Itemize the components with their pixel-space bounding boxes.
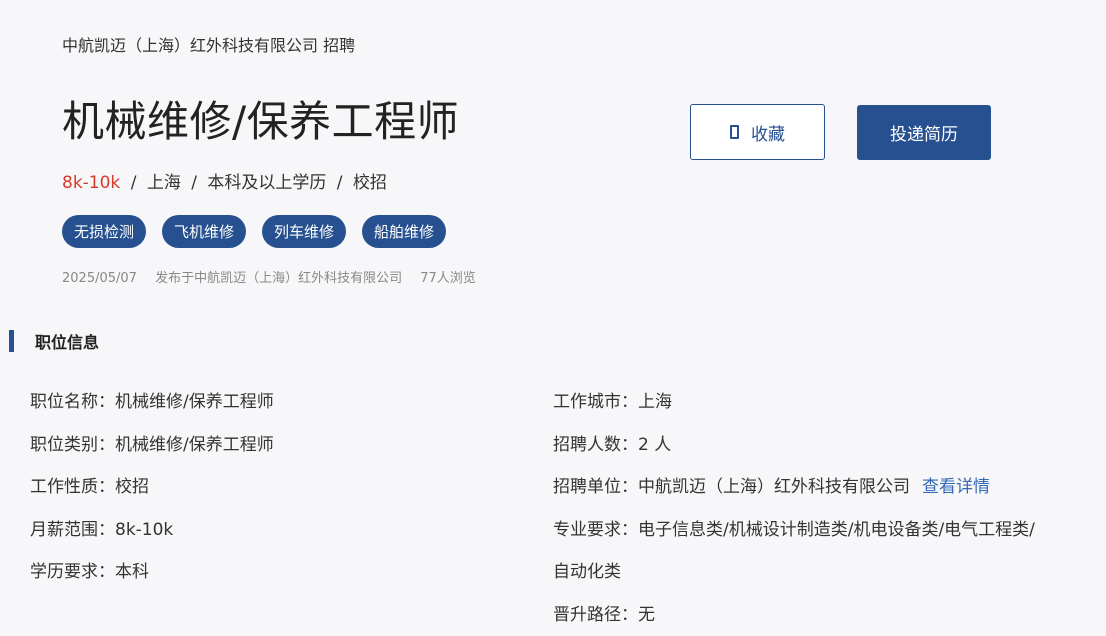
info-row-headcount: 招聘人数：2 人 (553, 433, 1093, 476)
info-value: 校招 (115, 477, 149, 497)
major-line-1: 专业要求：电子信息类/机械设计制造类/机电设备类/电气工程类/ (553, 518, 1093, 561)
info-row-employer: 招聘单位：中航凯迈（上海）红外科技有限公司 查看详情 (553, 475, 1093, 518)
job-summary: 8k-10k / 上海 / 本科及以上学历 / 校招 (62, 168, 387, 193)
separator: / (336, 173, 343, 193)
post-meta: 2025/05/07 发布于中航凯迈（上海）红外科技有限公司 77人浏览 (62, 267, 476, 286)
salary-range: 8k-10k (62, 173, 121, 193)
info-label: 招聘人数： (553, 434, 638, 455)
separator: / (191, 173, 197, 193)
info-row-job-category: 职位类别：机械维修/保养工程师 (30, 433, 274, 476)
info-row-salary: 月薪范围：8k-10k (30, 518, 274, 561)
info-label: 工作性质： (30, 477, 115, 497)
info-value: 中航凯迈（上海）红外科技有限公司 (638, 477, 910, 497)
info-value: 上海 (638, 392, 672, 412)
publisher: 发布于中航凯迈（上海）红外科技有限公司 (155, 271, 403, 286)
info-right-column: 工作城市：上海 招聘人数：2 人 招聘单位：中航凯迈（上海）红外科技有限公司 查看… (553, 390, 1093, 636)
tag-badge: 飞机维修 (162, 215, 247, 248)
view-count: 77人浏览 (420, 271, 476, 286)
info-row-career-path: 晋升路径：无 (553, 603, 1093, 636)
job-tags: 无损检测 飞机维修 列车维修 船舶维修 (62, 215, 447, 248)
info-value: 2 人 (638, 434, 672, 455)
job-city: 上海 (146, 173, 181, 193)
education-requirement: 本科及以上学历 (207, 173, 327, 193)
info-label: 月薪范围： (30, 519, 115, 540)
section-header: 职位信息 (9, 330, 99, 352)
job-detail-page: 中航凯迈（上海）红外科技有限公司 招聘 机械维修/保养工程师 8k-10k / … (0, 0, 1106, 636)
tag-badge: 船舶维修 (362, 215, 447, 248)
info-value: 电子信息类/机械设计制造类/机电设备类/电气工程类/ (638, 519, 1035, 540)
info-label: 专业要求： (553, 519, 638, 540)
info-label: 招聘单位： (553, 477, 638, 497)
info-row-job-nature: 工作性质：校招 (30, 475, 274, 518)
info-left-column: 职位名称：机械维修/保养工程师 职位类别：机械维修/保养工程师 工作性质：校招 … (30, 390, 274, 603)
favorite-button[interactable]: 收藏 (690, 104, 825, 160)
major-line-2: 自动化类 (553, 562, 621, 582)
post-date: 2025/05/07 (62, 271, 137, 286)
info-label: 学历要求： (30, 562, 115, 582)
tag-badge: 列车维修 (262, 215, 347, 248)
section-accent-bar (9, 330, 14, 352)
info-row-education: 学历要求：本科 (30, 560, 274, 603)
apply-button[interactable]: 投递简历 (857, 105, 991, 160)
favorite-label: 收藏 (751, 124, 785, 145)
info-row-job-name: 职位名称：机械维修/保养工程师 (30, 390, 274, 433)
info-value: 本科 (115, 562, 149, 582)
info-row-city: 工作城市：上海 (553, 390, 1093, 433)
info-label: 职位类别： (30, 434, 115, 455)
info-value: 机械维修/保养工程师 (115, 392, 274, 412)
job-title: 机械维修/保养工程师 (62, 97, 460, 146)
info-row-major: 专业要求：电子信息类/机械设计制造类/机电设备类/电气工程类/ 自动化类 (553, 518, 1093, 603)
separator: / (130, 173, 137, 193)
company-recruit-line[interactable]: 中航凯迈（上海）红外科技有限公司 招聘 (62, 32, 355, 56)
tag-badge: 无损检测 (62, 215, 147, 248)
info-value: 无 (638, 604, 655, 625)
info-label: 职位名称： (30, 392, 115, 412)
info-value: 8k-10k (115, 519, 174, 540)
info-label: 工作城市： (553, 392, 638, 412)
job-type: 校招 (352, 173, 387, 193)
info-label: 晋升路径： (553, 604, 638, 625)
view-details-link[interactable]: 查看详情 (922, 477, 990, 497)
bookmark-icon (730, 125, 739, 139)
section-title: 职位信息 (35, 333, 100, 352)
info-value: 机械维修/保养工程师 (115, 434, 274, 455)
